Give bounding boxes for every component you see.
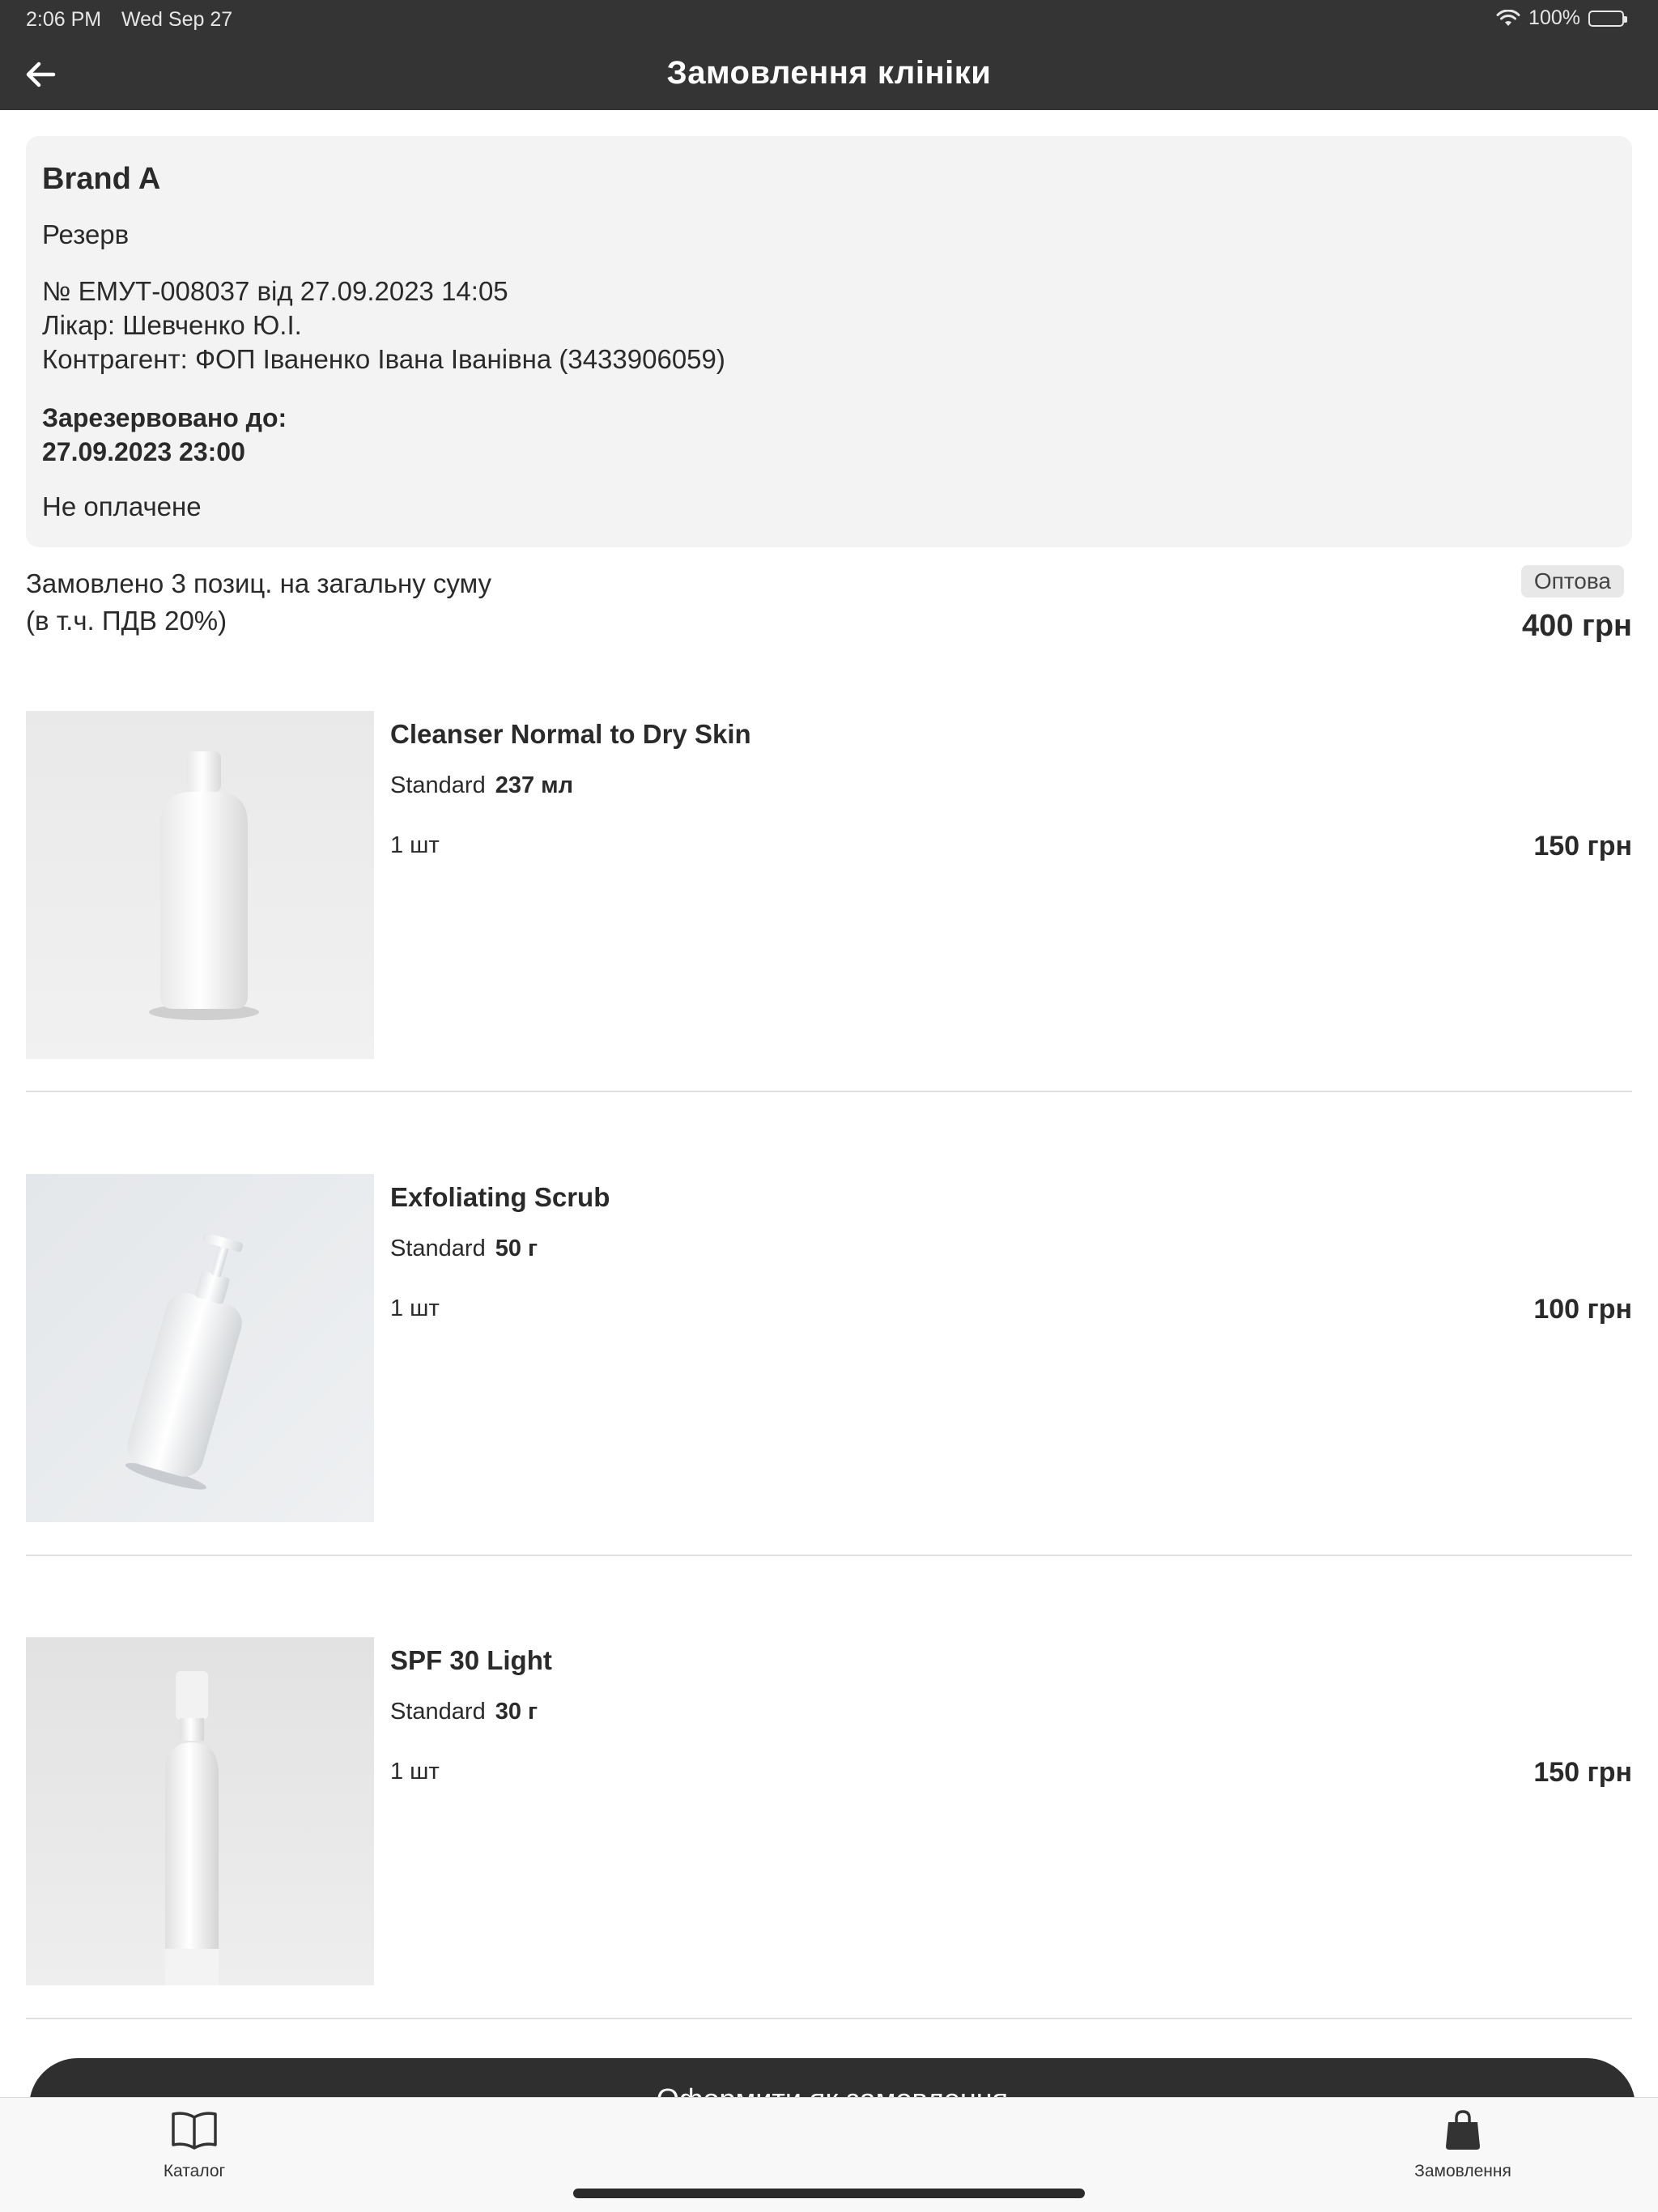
product-price: 150 грн bbox=[1533, 1757, 1632, 1788]
tab-orders[interactable]: Замовлення bbox=[1358, 2109, 1568, 2181]
product-quantity: 1 шт bbox=[390, 1759, 440, 1784]
order-doctor: Лікар: Шевченко Ю.І. bbox=[42, 310, 302, 340]
order-number: № ЕМУТ-008037 від 27.09.2023 14:05 bbox=[42, 276, 508, 306]
wifi-icon bbox=[1496, 9, 1520, 26]
order-summary: Замовлено 3 позиц. на загальну суму (в т… bbox=[26, 565, 1632, 654]
order-meta: № ЕМУТ-008037 від 27.09.2023 14:05 Лікар… bbox=[42, 274, 1616, 376]
product-name: SPF 30 Light bbox=[390, 1645, 552, 1675]
order-total: 400 грн bbox=[1522, 609, 1632, 643]
summary-text: Замовлено 3 позиц. на загальну суму (в т… bbox=[26, 565, 1632, 640]
top-bar: 2:06 PM Wed Sep 27 100% Замовлення кліні… bbox=[0, 0, 1658, 110]
order-info-card: Brand A Резерв № ЕМУТ-008037 від 27.09.2… bbox=[26, 136, 1632, 547]
product-name: Cleanser Normal to Dry Skin bbox=[390, 719, 751, 749]
status-date: Wed Sep 27 bbox=[121, 8, 233, 31]
variant-size: 237 мл bbox=[495, 772, 574, 798]
product-name: Exfoliating Scrub bbox=[390, 1182, 610, 1212]
status-right: 100% bbox=[1496, 6, 1627, 30]
shopping-bag-icon bbox=[1446, 2110, 1480, 2150]
page-title: Замовлення клініки bbox=[666, 55, 992, 91]
product-image bbox=[26, 711, 374, 1059]
divider bbox=[26, 1091, 1632, 1092]
tab-orders-label: Замовлення bbox=[1414, 2162, 1511, 2180]
order-status: Резерв bbox=[42, 219, 130, 249]
divider bbox=[26, 1555, 1632, 1556]
list-item[interactable]: Exfoliating Scrub Standard 50 г 1 шт 100 … bbox=[26, 1174, 1632, 1522]
product-quantity: 1 шт bbox=[390, 832, 440, 858]
book-icon bbox=[172, 2112, 217, 2150]
battery-icon bbox=[1588, 10, 1627, 27]
status-bar: 2:06 PM Wed Sep 27 100% bbox=[0, 0, 1658, 39]
tab-catalog[interactable]: Каталог bbox=[89, 2109, 300, 2181]
status-time: 2:06 PM bbox=[26, 8, 102, 31]
variant-label: Standard bbox=[390, 1236, 486, 1261]
tab-catalog-label: Каталог bbox=[163, 2162, 226, 2180]
product-image bbox=[26, 1174, 374, 1522]
variant-size: 50 г bbox=[495, 1236, 538, 1261]
product-variant: Standard 237 мл bbox=[390, 772, 573, 799]
reserved-until: 27.09.2023 23:00 bbox=[42, 437, 245, 466]
product-variant: Standard 30 г bbox=[390, 1699, 538, 1725]
list-item[interactable]: Cleanser Normal to Dry Skin Standard 237 … bbox=[26, 711, 1632, 1059]
variant-label: Standard bbox=[390, 1699, 486, 1725]
variant-label: Standard bbox=[390, 772, 486, 798]
home-indicator bbox=[573, 2189, 1085, 2198]
divider bbox=[26, 2018, 1632, 2019]
product-variant: Standard 50 г bbox=[390, 1236, 538, 1262]
variant-size: 30 г bbox=[495, 1699, 538, 1725]
summary-line-2: (в т.ч. ПДВ 20%) bbox=[26, 606, 227, 636]
summary-line-1: Замовлено 3 позиц. на загальну суму bbox=[26, 568, 492, 598]
reserved-block: Зарезервовано до: 27.09.2023 23:00 bbox=[42, 401, 1616, 469]
product-price: 150 грн bbox=[1533, 831, 1632, 861]
brand-name: Brand A bbox=[42, 162, 161, 196]
reserved-label: Зарезервовано до: bbox=[42, 403, 287, 432]
list-item[interactable]: SPF 30 Light Standard 30 г 1 шт 150 грн bbox=[26, 1637, 1632, 1985]
price-type-badge: Оптова bbox=[1520, 565, 1624, 598]
product-quantity: 1 шт bbox=[390, 1295, 440, 1321]
payment-status: Не оплачене bbox=[42, 491, 202, 521]
product-price: 100 грн bbox=[1533, 1294, 1632, 1325]
battery-percent: 100% bbox=[1528, 6, 1580, 29]
product-image bbox=[26, 1637, 374, 1985]
order-contractor: Контрагент: ФОП Іваненко Івана Іванівна … bbox=[42, 344, 725, 374]
